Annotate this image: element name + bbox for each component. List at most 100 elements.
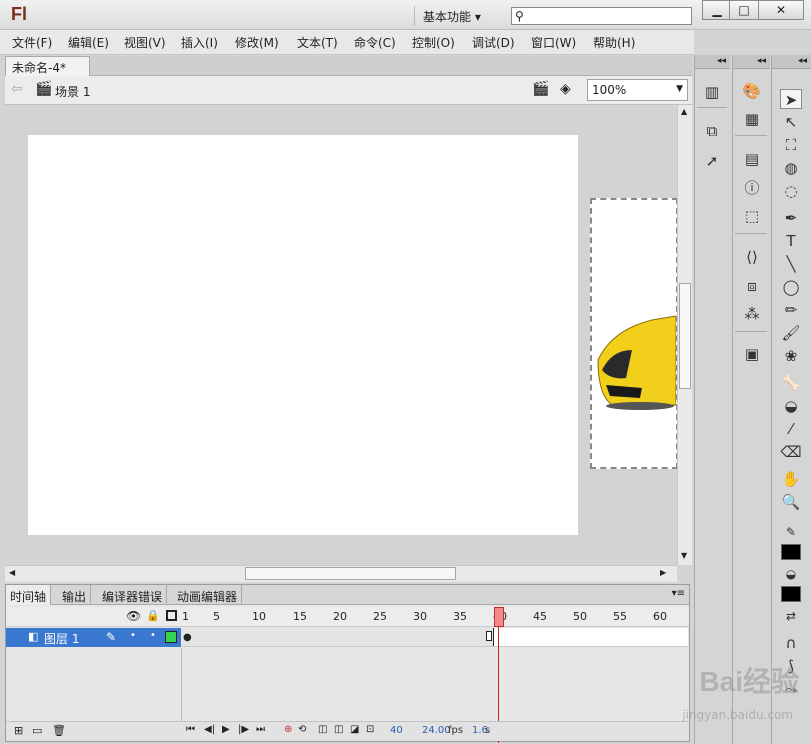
transform-icon[interactable]: ⬚ [741, 206, 763, 226]
oval-tool-icon[interactable]: ◯ [780, 277, 802, 297]
hand-tool-icon[interactable]: ✋ [780, 469, 802, 489]
eraser-tool-icon[interactable]: ⌫ [780, 442, 802, 462]
scroll-right-icon[interactable]: ▶ [660, 568, 666, 577]
dock-header[interactable]: ◂◂ [733, 55, 770, 69]
scroll-up-icon[interactable]: ▲ [681, 107, 687, 116]
brush-tool-icon[interactable]: 🖌 [780, 323, 802, 343]
onion-skin-icon[interactable]: ◫ [318, 724, 327, 735]
horizontal-scroll-thumb[interactable] [245, 567, 456, 580]
new-folder-icon[interactable]: ▭ [32, 724, 42, 737]
lock-icon[interactable]: 🔒 [146, 609, 160, 622]
color-icon[interactable]: 🎨 [741, 81, 763, 101]
align-icon[interactable]: ▤ [741, 149, 763, 169]
playhead-handle[interactable] [494, 607, 504, 627]
vertical-scrollbar[interactable]: ▲ ▼ [677, 105, 692, 565]
deco-tool-icon[interactable]: ❀ [780, 346, 802, 366]
menu-help[interactable]: 帮助(H) [593, 34, 635, 51]
end-frame[interactable] [486, 631, 492, 641]
menu-view[interactable]: 视图(V) [124, 34, 166, 51]
tab-output[interactable]: 输出 [58, 585, 92, 605]
subselection-tool-icon[interactable]: ↖ [780, 112, 802, 132]
step-back-icon[interactable]: ◀| [204, 724, 215, 735]
scroll-down-icon[interactable]: ▼ [681, 551, 687, 560]
lock-dot[interactable]: • [150, 630, 156, 641]
scene-panel-icon[interactable]: ▣ [741, 344, 763, 364]
frame-span[interactable]: ● [182, 628, 494, 646]
stage[interactable] [28, 135, 578, 535]
vertical-scroll-thumb[interactable] [679, 283, 691, 389]
pencil-tool-icon[interactable]: ✏ [780, 300, 802, 320]
frame-scale[interactable]: 1 5 10 15 20 25 30 35 40 45 50 55 60 [182, 607, 688, 627]
visibility-dot[interactable]: • [130, 630, 136, 641]
back-arrow-icon[interactable]: ⇦ [11, 81, 23, 97]
pasteboard-image[interactable] [590, 198, 677, 469]
menu-file[interactable]: 文件(F) [12, 34, 52, 51]
behaviors-icon[interactable]: ⁂ [741, 304, 763, 324]
library-icon[interactable]: ▥ [701, 82, 723, 102]
document-tab[interactable]: 未命名-4* × [5, 56, 90, 90]
keyframe[interactable]: ● [183, 632, 192, 643]
frame-rate[interactable]: 24.00 [422, 725, 451, 736]
menu-commands[interactable]: 命令(C) [354, 34, 396, 51]
outline-icon[interactable] [166, 610, 177, 621]
step-forward-icon[interactable]: |▶ [238, 724, 249, 735]
fill-color-icon[interactable]: ◒ [780, 564, 802, 584]
lasso-tool-icon[interactable]: ◌ [780, 181, 802, 201]
menu-window[interactable]: 窗口(W) [531, 34, 576, 51]
text-tool-icon[interactable]: T [780, 231, 802, 251]
eye-icon[interactable]: 👁 [126, 609, 141, 623]
menu-text[interactable]: 文本(T) [297, 34, 338, 51]
stage-area[interactable] [5, 105, 677, 565]
fill-color-swatch[interactable] [781, 586, 801, 602]
bone-tool-icon[interactable]: 🦴 [780, 373, 802, 393]
components-icon[interactable]: ⧉ [701, 121, 723, 141]
menu-edit[interactable]: 编辑(E) [68, 34, 109, 51]
zoom-select[interactable]: 100% ▼ [587, 79, 688, 101]
tab-compiler-errors[interactable]: 编译器错误 [98, 585, 168, 605]
motion-presets-icon[interactable]: ➚ [701, 151, 723, 171]
new-layer-icon[interactable]: ⊞ [14, 724, 23, 737]
stroke-color-icon[interactable]: ✎ [780, 522, 802, 542]
horizontal-scrollbar[interactable]: ◀ ▶ [5, 565, 677, 582]
center-frame-icon[interactable]: ⊕ [284, 724, 292, 735]
layer-name[interactable]: 图层 1 [44, 630, 79, 647]
zoom-tool-icon[interactable]: 🔍 [780, 492, 802, 512]
layer-color-swatch[interactable] [165, 631, 177, 643]
3d-rotation-tool-icon[interactable]: ◍ [780, 158, 802, 178]
search-input[interactable]: ⚲ [511, 7, 692, 25]
info-icon[interactable]: ⓘ [741, 178, 763, 198]
frame-row[interactable]: ● [182, 628, 688, 647]
line-tool-icon[interactable]: ╲ [780, 254, 802, 274]
close-button[interactable]: ✕ [758, 0, 804, 20]
play-icon[interactable]: ▶ [222, 724, 230, 735]
scroll-left-icon[interactable]: ◀ [9, 568, 15, 577]
selection-tool-icon[interactable]: ➤ [780, 89, 802, 109]
pen-tool-icon[interactable]: ✒ [780, 208, 802, 228]
current-frame[interactable]: 40 [390, 725, 403, 736]
swap-colors-icon[interactable]: ⇄ [780, 606, 802, 626]
edit-multiple-icon[interactable]: ◪ [350, 724, 359, 735]
tab-timeline[interactable]: 时间轴 [6, 585, 52, 605]
snap-to-objects-icon[interactable]: ∩ [780, 633, 802, 653]
tab-motion-editor[interactable]: 动画编辑器 [173, 585, 243, 605]
panel-menu-icon[interactable]: ▾≡ [672, 588, 685, 599]
edit-scene-icon[interactable]: 🎬 [532, 81, 549, 97]
onion-outline-icon[interactable]: ◫ [334, 724, 343, 735]
workspace-dropdown[interactable]: 基本功能 ▾ [414, 6, 498, 26]
minimize-button[interactable]: ▁ [702, 0, 732, 20]
onion-markers-icon[interactable]: ⊡ [366, 724, 374, 735]
loop-icon[interactable]: ⟲ [298, 724, 306, 735]
menu-modify[interactable]: 修改(M) [235, 34, 279, 51]
layer-row[interactable]: ◧ 图层 1 ✎ • • [6, 628, 181, 647]
paint-bucket-tool-icon[interactable]: ◒ [780, 396, 802, 416]
first-frame-icon[interactable]: ⏮ [186, 724, 195, 735]
components-icon[interactable]: ⧈ [741, 276, 763, 296]
code-snippets-icon[interactable]: ⟨⟩ [741, 247, 763, 267]
last-frame-icon[interactable]: ⏭ [256, 724, 265, 735]
free-transform-tool-icon[interactable]: ⛶ [780, 135, 802, 155]
menu-debug[interactable]: 调试(D) [472, 34, 515, 51]
stroke-color-swatch[interactable] [781, 544, 801, 560]
menu-insert[interactable]: 插入(I) [181, 34, 218, 51]
eyedropper-tool-icon[interactable]: ⁄ [780, 419, 802, 439]
maximize-button[interactable]: □ [729, 0, 759, 20]
